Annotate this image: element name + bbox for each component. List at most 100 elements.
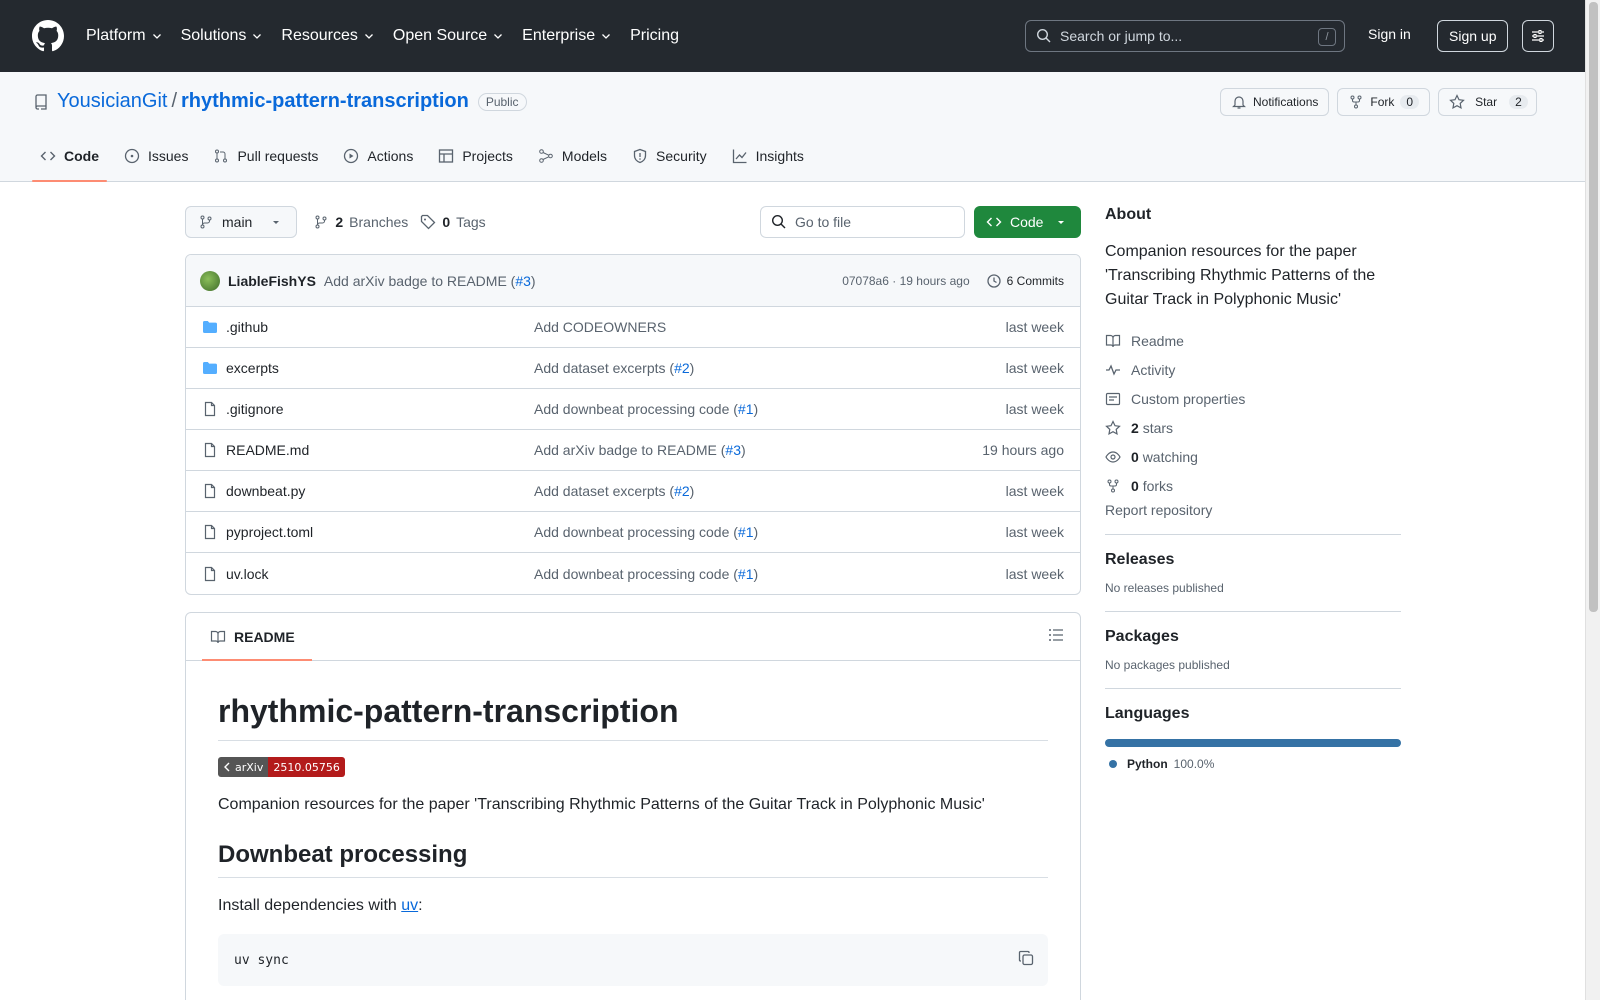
file-row[interactable]: downbeat.py Add dataset excerpts (#2) last… xyxy=(186,471,1080,512)
tags-link[interactable]: 0 Tags xyxy=(420,214,486,230)
go-to-file-input[interactable]: Go to file xyxy=(760,206,965,238)
tab-issues[interactable]: Issues xyxy=(116,130,196,182)
tags-label: Tags xyxy=(456,214,486,230)
tab-insights[interactable]: Insights xyxy=(724,130,812,182)
repo-tabs: Code Issues Pull requests Actions Projec… xyxy=(32,130,821,182)
avatar[interactable] xyxy=(200,270,220,291)
releases-title[interactable]: Releases xyxy=(1105,551,1401,569)
commit-pr-link[interactable]: #3 xyxy=(515,273,531,289)
about-description: Companion resources for the paper 'Trans… xyxy=(1105,243,1376,308)
nav-enterprise-label: Enterprise xyxy=(522,27,596,44)
arxiv-badge[interactable]: arXiv 2510.05756 xyxy=(218,757,345,777)
sign-up-button[interactable]: Sign up xyxy=(1437,20,1509,52)
tab-actions[interactable]: Actions xyxy=(335,130,421,182)
file-name-link[interactable]: uv.lock xyxy=(226,566,269,582)
packages-title[interactable]: Packages xyxy=(1105,628,1401,646)
file-row[interactable]: uv.lock Add downbeat processing code (#1)… xyxy=(186,553,1080,594)
main-content: main 2 Branches 0 Tags Go to file Code L… xyxy=(185,206,1081,1000)
file-name-link[interactable]: downbeat.py xyxy=(226,483,305,499)
language-percent: 100.0% xyxy=(1173,757,1215,771)
file-commit-pr-link[interactable]: #2 xyxy=(674,360,690,376)
file-commit-message[interactable]: Add downbeat processing code (#1) xyxy=(534,524,1006,540)
commits-history-link[interactable]: 6 Commits xyxy=(986,273,1064,289)
file-commit-message[interactable]: Add CODEOWNERS xyxy=(534,319,1006,335)
tab-code[interactable]: Code xyxy=(32,130,107,182)
uv-link[interactable]: uv xyxy=(401,897,418,914)
tab-pull-requests[interactable]: Pull requests xyxy=(205,130,326,182)
file-row[interactable]: .github Add CODEOWNERS last week xyxy=(186,307,1080,348)
scrollbar-thumb[interactable] xyxy=(1589,2,1598,612)
commit-author-link[interactable]: LiableFishYS xyxy=(228,273,316,289)
commit-message[interactable]: Add arXiv badge to README (#3) xyxy=(324,273,536,289)
fork-button[interactable]: Fork 0 xyxy=(1337,88,1431,116)
file-commit-pr-link[interactable]: #1 xyxy=(738,401,754,417)
nav-platform[interactable]: Platform xyxy=(86,27,163,45)
file-row[interactable]: pyproject.toml Add downbeat processing co… xyxy=(186,512,1080,553)
code-dropdown-button[interactable]: Code xyxy=(974,206,1081,238)
nav-open-source[interactable]: Open Source xyxy=(393,27,504,45)
nav-pricing[interactable]: Pricing xyxy=(630,27,679,45)
repo-owner-link[interactable]: YousicianGit xyxy=(57,90,167,113)
file-commit-message[interactable]: Add dataset excerpts (#2) xyxy=(534,483,1006,499)
menu-button[interactable] xyxy=(1522,20,1554,52)
report-repository-link[interactable]: Report repository xyxy=(1105,502,1401,518)
stars-label: stars xyxy=(1142,419,1174,436)
branches-link[interactable]: 2 Branches xyxy=(313,214,408,230)
sign-in-link[interactable]: Sign in xyxy=(1368,26,1411,42)
packages-empty-text: No packages published xyxy=(1105,658,1230,672)
file-commit-message[interactable]: Add downbeat processing code (#1) xyxy=(534,566,1006,582)
nav-solutions[interactable]: Solutions xyxy=(181,27,264,45)
forks-text: 0 forks xyxy=(1131,478,1173,494)
search-input[interactable]: Search or jump to... / xyxy=(1025,20,1345,52)
notifications-button[interactable]: Notifications xyxy=(1220,88,1330,116)
custom-properties-link[interactable]: Custom properties xyxy=(1105,384,1401,413)
commit-message-end: ) xyxy=(530,272,536,289)
tab-security[interactable]: Security xyxy=(624,130,715,182)
repo-name-link[interactable]: rhythmic-pattern-transcription xyxy=(181,90,469,113)
arxiv-logo-icon xyxy=(224,762,230,772)
file-row[interactable]: README.md Add arXiv badge to README (#3) 1… xyxy=(186,430,1080,471)
file-commit-message[interactable]: Add downbeat processing code (#1) xyxy=(534,401,1006,417)
stars-link[interactable]: 2 stars xyxy=(1105,413,1401,442)
commit-hash-time[interactable]: 07078a6 · 19 hours ago xyxy=(842,274,969,288)
tab-models[interactable]: Models xyxy=(530,130,615,182)
file-row[interactable]: excerpts Add dataset excerpts (#2) last we… xyxy=(186,348,1080,389)
language-python[interactable]: Python 100.0% xyxy=(1105,757,1401,771)
page-scrollbar[interactable] xyxy=(1585,0,1600,1000)
readme-tab[interactable]: README xyxy=(202,613,312,661)
readme-link[interactable]: Readme xyxy=(1105,326,1401,355)
language-name: Python xyxy=(1127,757,1168,771)
code-icon xyxy=(40,151,56,161)
nav-resources[interactable]: Resources xyxy=(281,27,374,45)
branch-select-button[interactable]: main xyxy=(185,206,298,238)
copy-button[interactable] xyxy=(1018,950,1034,966)
file-commit-message[interactable]: Add arXiv badge to README (#3) xyxy=(534,442,982,458)
folder-icon xyxy=(203,321,217,333)
file-commit-text: Add dataset excerpts ( xyxy=(534,360,675,376)
file-name-link[interactable]: excerpts xyxy=(226,360,279,376)
file-commit-date: last week xyxy=(1005,483,1064,499)
watching-link[interactable]: 0 watching xyxy=(1105,442,1401,471)
file-name-link[interactable]: pyproject.toml xyxy=(226,524,313,540)
file-commit-pr-link[interactable]: #2 xyxy=(674,483,690,499)
repo-separator: / xyxy=(171,90,178,112)
file-commit-pr-link[interactable]: #3 xyxy=(725,442,741,458)
history-icon xyxy=(987,273,1001,288)
star-button[interactable]: Star 2 xyxy=(1438,88,1537,116)
code-block-text: uv sync xyxy=(234,952,289,968)
file-commit-pr-link[interactable]: #1 xyxy=(738,566,754,582)
file-commit-pr-link[interactable]: #1 xyxy=(738,524,754,540)
file-name-link[interactable]: .github xyxy=(226,319,268,335)
readme-heading-downbeat: Downbeat processing xyxy=(218,841,1048,878)
nav-enterprise[interactable]: Enterprise xyxy=(522,27,612,45)
github-logo-icon[interactable] xyxy=(32,20,64,52)
file-row[interactable]: .gitignore Add downbeat processing code (… xyxy=(186,389,1080,430)
activity-link[interactable]: Activity xyxy=(1105,355,1401,384)
file-commit-message[interactable]: Add dataset excerpts (#2) xyxy=(534,360,1006,376)
file-commit-close-paren: ) xyxy=(753,401,759,417)
forks-link[interactable]: 0 forks xyxy=(1105,471,1401,500)
file-name-link[interactable]: .gitignore xyxy=(226,401,284,417)
tab-projects[interactable]: Projects xyxy=(430,130,521,182)
outline-button[interactable] xyxy=(1048,627,1064,643)
file-name-link[interactable]: README.md xyxy=(226,442,309,458)
